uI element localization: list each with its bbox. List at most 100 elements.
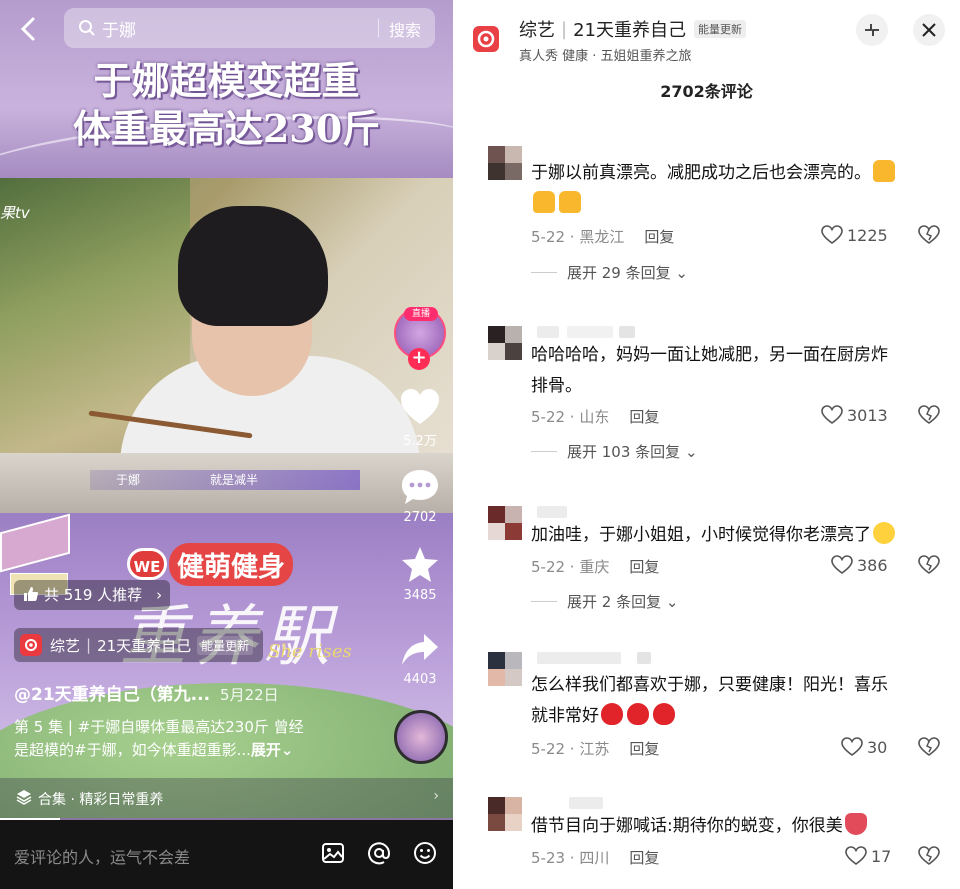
top-bar: 于娜 搜索 bbox=[0, 0, 453, 60]
brand-logo-text: 健萌健身 bbox=[169, 542, 293, 586]
mention-icon[interactable] bbox=[366, 840, 392, 866]
header-show-title: 21天重养自己 bbox=[573, 20, 686, 41]
dislike-icon[interactable] bbox=[918, 225, 940, 249]
comment-button[interactable]: 2702 bbox=[392, 468, 448, 525]
username-blurred[interactable] bbox=[537, 652, 621, 664]
image-icon[interactable] bbox=[320, 840, 346, 866]
collection-bar[interactable]: 合集 · 精彩日常重养 › bbox=[0, 778, 453, 820]
heart-outline-icon bbox=[821, 405, 843, 424]
comment-like-button[interactable]: 3013 bbox=[821, 405, 888, 425]
heart-outline-icon bbox=[821, 225, 843, 244]
banner-title-line2: 体重最高达230斤 bbox=[72, 106, 381, 151]
avatar[interactable] bbox=[488, 652, 522, 686]
chevron-right-icon: › bbox=[156, 586, 163, 604]
expand-replies-link[interactable]: 展开 2 条回复 ⌄ bbox=[531, 591, 678, 612]
emoji-icon[interactable] bbox=[412, 840, 438, 866]
comment-meta: 5-23 · 四川 回复 bbox=[531, 847, 659, 868]
comment-icon bbox=[402, 470, 438, 504]
username-blurred[interactable] bbox=[569, 797, 603, 809]
reply-button[interactable]: 回复 bbox=[629, 849, 659, 867]
comment-like-count: 386 bbox=[857, 555, 888, 575]
comment-input-bar: 爱评论的人，运气不会差 bbox=[0, 820, 453, 889]
close-button[interactable] bbox=[913, 14, 945, 46]
comment-text: 于娜以前真漂亮。减肥成功之后也会漂亮的。 bbox=[531, 158, 941, 220]
video-player-panel: 于娜超模变超重 体重最高达230斤 于娜 搜索 果tv 于娜 就是减半 WE 健… bbox=[0, 0, 453, 889]
video-frame[interactable]: 果tv 于娜 就是减半 bbox=[0, 178, 453, 513]
video-description: 第 5 集 | #于娜自曝体重最高达230斤 曾经 是超模的#于娜，如今体重超重… bbox=[14, 716, 344, 762]
comment-date-location: 5-23 · 四川 bbox=[531, 849, 610, 867]
description-line2: 是超模的#于娜，如今体重超重影... bbox=[14, 741, 251, 759]
back-icon[interactable] bbox=[14, 14, 44, 44]
comment-like-button[interactable]: 386 bbox=[831, 555, 888, 575]
username-blurred[interactable] bbox=[537, 506, 567, 518]
thumbs-up-icon bbox=[24, 580, 38, 610]
dislike-icon[interactable] bbox=[918, 405, 940, 429]
search-input[interactable]: 于娜 bbox=[102, 16, 136, 41]
expand-description-link[interactable]: 展开 bbox=[251, 741, 281, 759]
reply-button[interactable]: 回复 bbox=[644, 228, 674, 246]
header-title[interactable]: 综艺 | 21天重养自己 能量更新 bbox=[519, 16, 746, 42]
comment-meta: 5-22 · 山东 回复 bbox=[531, 406, 659, 427]
reply-button[interactable]: 回复 bbox=[629, 740, 659, 758]
screenshot-root: 于娜超模变超重 体重最高达230斤 于娜 搜索 果tv 于娜 就是减半 WE 健… bbox=[0, 0, 960, 889]
like-count: 5.2万 bbox=[403, 434, 437, 449]
reply-button[interactable]: 回复 bbox=[629, 558, 659, 576]
music-disc-icon[interactable] bbox=[394, 710, 448, 764]
poster-script-en: She rises bbox=[268, 641, 352, 662]
search-box[interactable]: 于娜 搜索 bbox=[64, 8, 435, 48]
header-category: 综艺 bbox=[519, 20, 555, 41]
show-logo-icon bbox=[20, 634, 42, 656]
comment-input[interactable]: 爱评论的人，运气不会差 bbox=[14, 844, 190, 868]
dislike-icon[interactable] bbox=[918, 846, 940, 870]
comment-like-button[interactable]: 1225 bbox=[821, 225, 888, 245]
comment-like-count: 17 bbox=[871, 846, 892, 866]
avatar[interactable] bbox=[488, 146, 522, 180]
apple-emoji bbox=[627, 703, 649, 725]
comment-like-button[interactable]: 17 bbox=[845, 846, 891, 866]
expand-replies-link[interactable]: 展开 103 条回复 ⌄ bbox=[531, 441, 698, 462]
apple-emoji bbox=[653, 703, 675, 725]
author-line[interactable]: @21天重养自己（第九... 5月22日 bbox=[14, 680, 279, 705]
comment-meta: 5-22 · 重庆 回复 bbox=[531, 556, 659, 577]
thumbs-up-emoji bbox=[873, 160, 895, 182]
comment-text: 借节目向于娜喊话:期待你的蜕变，你很美 bbox=[531, 811, 941, 842]
rose-emoji bbox=[844, 813, 867, 835]
search-button[interactable]: 搜索 bbox=[389, 17, 421, 41]
favorite-count: 3485 bbox=[403, 588, 437, 603]
reply-button[interactable]: 回复 bbox=[629, 408, 659, 426]
comment-like-button[interactable]: 30 bbox=[841, 737, 887, 757]
share-button[interactable]: 4403 bbox=[392, 632, 448, 687]
subtitle-text: 就是减半 bbox=[210, 473, 259, 487]
like-button[interactable]: 5.2万 bbox=[392, 388, 448, 449]
description-line1: 第 5 集 | #于娜自曝体重最高达230斤 曾经 bbox=[14, 718, 304, 736]
username-blurred[interactable] bbox=[537, 326, 559, 338]
kiss-emoji bbox=[873, 522, 895, 544]
layers-icon bbox=[16, 789, 32, 809]
heart-outline-icon bbox=[845, 846, 867, 865]
comment-date-location: 5-22 · 黑龙江 bbox=[531, 228, 625, 246]
avatar[interactable] bbox=[488, 797, 522, 831]
star-icon bbox=[402, 547, 438, 582]
comment-text: 加油哇，于娜小姐姐，小时候觉得你老漂亮了 bbox=[531, 520, 941, 551]
recommend-pill[interactable]: 共 519 人推荐 › bbox=[14, 580, 171, 610]
dislike-icon[interactable] bbox=[918, 555, 940, 579]
heart-outline-icon bbox=[841, 737, 863, 756]
favorite-button[interactable]: 3485 bbox=[392, 546, 448, 603]
subtitle-name: 于娜 bbox=[116, 473, 141, 487]
avatar[interactable] bbox=[488, 326, 522, 360]
search-icon bbox=[78, 19, 96, 37]
post-date: 5月22日 bbox=[220, 686, 279, 704]
comment-like-count: 3013 bbox=[847, 405, 888, 425]
show-tag[interactable]: 综艺 | 21天重养自己 能量更新 bbox=[14, 628, 264, 662]
header-subtitle: 真人秀 健康 · 五姐姐重养之旅 bbox=[519, 49, 692, 64]
avatar[interactable] bbox=[488, 506, 522, 540]
author-name[interactable]: @21天重养自己（第九... bbox=[14, 685, 210, 705]
brand-logo-mark: WE bbox=[127, 548, 167, 580]
expand-replies-link[interactable]: 展开 29 条回复 ⌄ bbox=[531, 262, 688, 283]
follow-plus-icon[interactable]: + bbox=[408, 348, 430, 370]
comment-like-count: 30 bbox=[867, 737, 888, 757]
minimize-button[interactable] bbox=[856, 14, 888, 46]
dislike-icon[interactable] bbox=[918, 737, 940, 761]
share-icon bbox=[402, 634, 438, 665]
chevron-right-icon: › bbox=[433, 788, 439, 804]
